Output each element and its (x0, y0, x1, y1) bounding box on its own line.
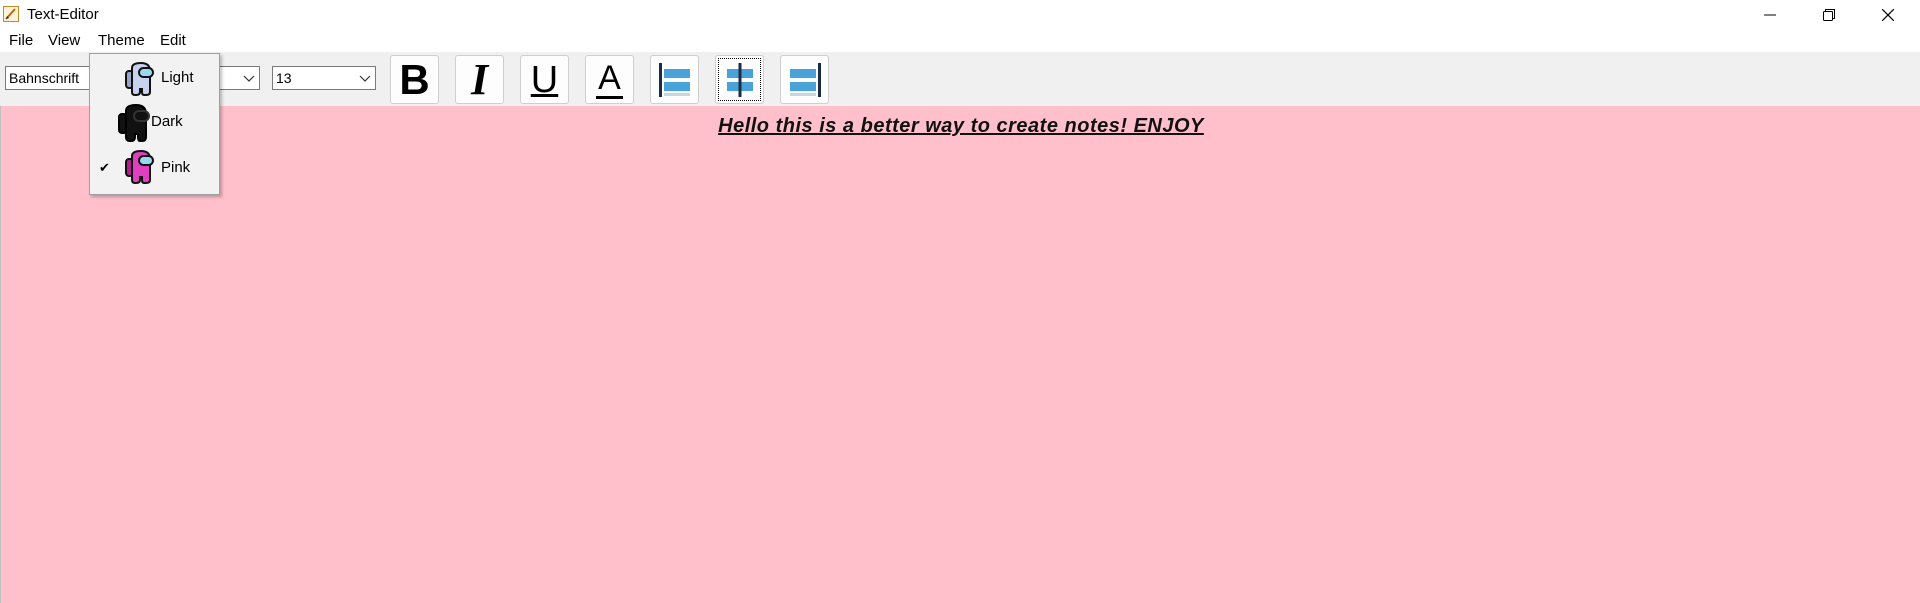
window-title: Text-Editor (27, 6, 99, 23)
text-editor-area[interactable]: Hello this is a better way to create not… (0, 106, 1920, 603)
editor-content[interactable]: Hello this is a better way to create not… (1, 115, 1920, 138)
checkmark-icon: ✔ (99, 160, 110, 175)
crewmate-light-icon (125, 62, 154, 96)
restore-icon (1823, 8, 1835, 21)
underline-icon: U (530, 58, 559, 101)
notepad-app-icon (3, 6, 19, 22)
align-right-icon (789, 62, 821, 97)
minimize-icon (1764, 14, 1776, 15)
menu-edit[interactable]: Edit (158, 32, 188, 49)
theme-option-pink[interactable]: ✔ Pink (90, 146, 219, 190)
theme-option-label: Dark (151, 113, 183, 130)
theme-dropdown-menu: Light Dark ✔ Pink (89, 53, 220, 195)
font-size-select[interactable]: 13 (272, 66, 376, 90)
theme-option-light[interactable]: Light (90, 56, 219, 100)
theme-option-dark[interactable]: Dark (90, 100, 219, 144)
underline-button[interactable]: U (520, 55, 569, 104)
restore-button[interactable] (1800, 0, 1858, 29)
align-center-button[interactable] (715, 55, 764, 104)
font-family-value: Bahnschrift (9, 70, 80, 86)
chevron-down-icon (243, 75, 255, 82)
align-left-icon (658, 62, 690, 97)
font-color-button[interactable]: A (585, 55, 634, 104)
crewmate-pink-icon (125, 150, 154, 184)
theme-option-label: Pink (161, 159, 191, 176)
font-size-value: 13 (276, 70, 292, 86)
menu-file[interactable]: File (7, 32, 35, 49)
bold-button[interactable]: B (390, 55, 439, 104)
chevron-down-icon (359, 75, 371, 82)
italic-button[interactable]: I (455, 55, 504, 104)
formatting-toolbar: Bahnschrift 13 B I U A (0, 52, 1920, 106)
menu-theme[interactable]: Theme (96, 32, 147, 49)
close-icon (1882, 8, 1894, 21)
italic-icon: I (470, 54, 489, 104)
bold-icon: B (399, 55, 430, 103)
menu-bar: File View Theme Edit (0, 29, 1920, 52)
crewmate-dark-icon (118, 104, 150, 142)
title-bar: Text-Editor (0, 0, 1920, 29)
menu-view[interactable]: View (46, 32, 82, 49)
align-left-button[interactable] (650, 55, 699, 104)
align-center-icon (726, 62, 753, 97)
align-right-button[interactable] (780, 55, 829, 104)
theme-option-label: Light (161, 69, 194, 86)
minimize-button[interactable] (1741, 0, 1799, 29)
font-color-icon: A (596, 59, 623, 99)
close-button[interactable] (1859, 0, 1917, 29)
